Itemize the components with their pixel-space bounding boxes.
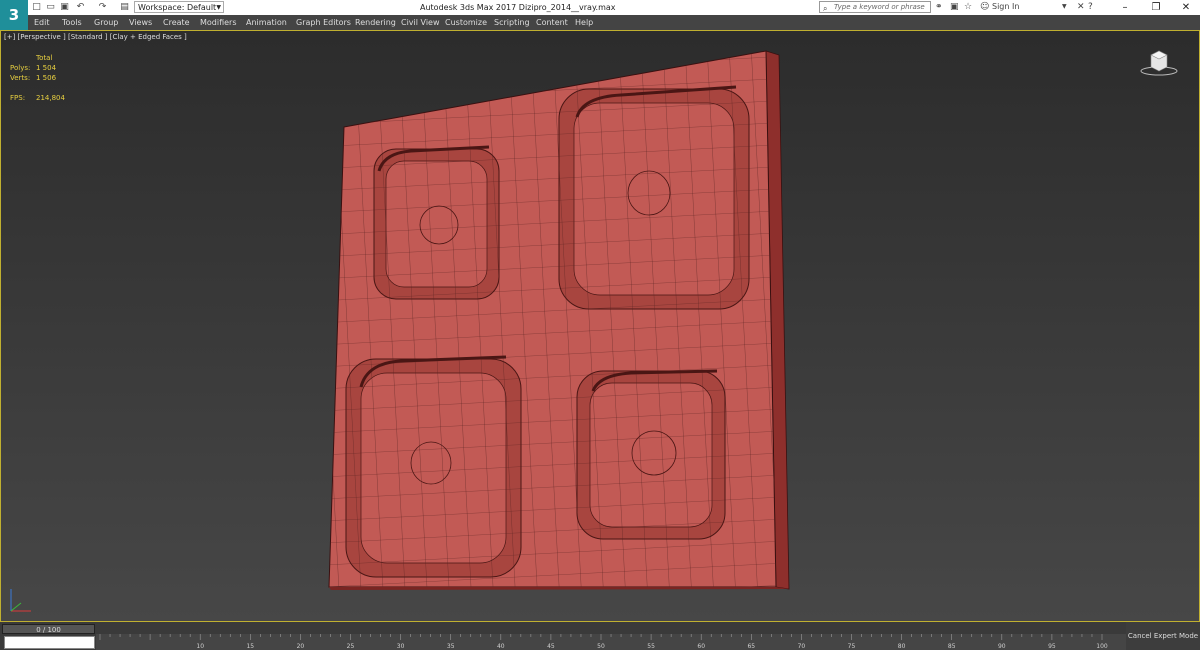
user-icon[interactable]: ☺: [980, 1, 989, 13]
star-icon[interactable]: ☆: [964, 1, 972, 13]
close-button[interactable]: ✕: [1166, 0, 1200, 15]
viewcube-icon[interactable]: [1139, 47, 1179, 77]
redo-icon[interactable]: ↷: [96, 1, 109, 13]
timeline-tick-label: 30: [397, 643, 405, 650]
stats-verts-label: Verts:: [10, 74, 31, 82]
timeline-tick-label: 20: [297, 643, 305, 650]
timeline-tick-label: 55: [647, 643, 655, 650]
menu-rendering[interactable]: Rendering: [355, 15, 396, 30]
binoculars-icon[interactable]: ⚭: [935, 1, 943, 13]
app-logo[interactable]: 3: [0, 0, 28, 30]
timeline-tick-label: 15: [246, 643, 254, 650]
recess-top-left: [373, 145, 500, 300]
chevron-down-icon: ▼: [216, 4, 221, 11]
timeline-tick-label: 40: [497, 643, 505, 650]
new-icon[interactable]: □: [30, 1, 43, 13]
timeline-tick-label: 10: [196, 643, 204, 650]
axis-tripod-icon: [10, 589, 31, 612]
window-title: Autodesk 3ds Max 2017 Dizipro_2014__vray…: [420, 3, 616, 12]
search-icon: ⌕: [823, 4, 828, 13]
timeline-tick-label: 50: [597, 643, 605, 650]
undo-icon[interactable]: ↶: [74, 1, 87, 13]
viewport-label[interactable]: [+] [Perspective ] [Standard ] [Clay + E…: [4, 33, 187, 41]
track-bar[interactable]: 10 15 20 25 30 35 40 45 50 55 60 65 70 75 80 85 90 95 100: [96, 634, 1126, 650]
stats-fps-value: 214,804: [36, 94, 65, 102]
help-icon[interactable]: ?: [1088, 1, 1093, 13]
chevron-down-icon[interactable]: ▼: [1062, 1, 1067, 13]
exchange-icon[interactable]: ✕: [1077, 1, 1085, 13]
menu-help[interactable]: Help: [575, 15, 593, 30]
timeline-tick-label: 85: [948, 643, 956, 650]
timeline-tick-label: 70: [798, 643, 806, 650]
timeline-tick-label: 35: [447, 643, 455, 650]
menu-bar: Edit Tools Group Views Create Modifiers …: [28, 15, 1200, 30]
sign-in-link[interactable]: Sign In: [992, 1, 1019, 13]
workspace-label: Workspace: Default: [138, 3, 217, 12]
timeline-tick-label: 65: [747, 643, 755, 650]
timeline-tick-label: 90: [998, 643, 1006, 650]
timeline-tick-label: 60: [697, 643, 705, 650]
menu-animation[interactable]: Animation: [246, 15, 287, 30]
subscription-icon[interactable]: ▣: [950, 1, 959, 13]
menu-civil-view[interactable]: Civil View: [401, 15, 440, 30]
timeline: 0 / 100 10 15 20 25 30 35 40 45 50 55 60 65 70 75 80 85…: [0, 622, 1200, 650]
perspective-viewport[interactable]: [+] [Perspective ] [Standard ] [Clay + E…: [0, 30, 1200, 622]
stats-fps-label: FPS:: [10, 94, 26, 102]
stats-total-label: Total: [36, 54, 53, 62]
cancel-expert-mode-button[interactable]: Cancel Expert Mode: [1126, 622, 1200, 650]
timeline-tick-label: 75: [848, 643, 856, 650]
menu-graph-editors[interactable]: Graph Editors: [296, 15, 351, 30]
search-placeholder: Type a keyword or phrase: [834, 3, 925, 11]
stats-polys-value: 1 504: [36, 64, 57, 72]
menu-tools[interactable]: Tools: [62, 15, 82, 30]
recess-bottom-left: [345, 355, 522, 578]
open-icon[interactable]: ▭: [44, 1, 57, 13]
mesh-object[interactable]: [1, 31, 1200, 622]
menu-create[interactable]: Create: [163, 15, 190, 30]
recess-top-right: [558, 85, 750, 310]
menu-modifiers[interactable]: Modifiers: [200, 15, 237, 30]
menu-group[interactable]: Group: [94, 15, 118, 30]
menu-customize[interactable]: Customize: [445, 15, 487, 30]
time-slider[interactable]: 0 / 100: [2, 624, 95, 634]
stats-polys-label: Polys:: [10, 64, 31, 72]
timeline-tick-label: 95: [1048, 643, 1056, 650]
recess-bottom-right: [576, 369, 726, 540]
save-icon[interactable]: ▣: [58, 1, 71, 13]
stats-verts-value: 1 506: [36, 74, 57, 82]
maxscript-listener-input[interactable]: [4, 636, 95, 649]
menu-views[interactable]: Views: [129, 15, 152, 30]
menu-edit[interactable]: Edit: [34, 15, 50, 30]
menu-scripting[interactable]: Scripting: [494, 15, 530, 30]
timeline-tick-label: 25: [347, 643, 355, 650]
panel-bottom: [329, 587, 789, 590]
title-bar: 3 □ ▭ ▣ ↶ ↷ ▤ Workspace: Default ▼ Autod…: [0, 0, 1200, 30]
timeline-tick-label: 80: [898, 643, 906, 650]
project-icon[interactable]: ▤: [118, 1, 131, 13]
workspace-dropdown[interactable]: Workspace: Default ▼: [134, 1, 224, 13]
search-input[interactable]: ⌕ Type a keyword or phrase: [819, 1, 931, 13]
timeline-tick-label: 100: [1096, 643, 1108, 650]
menu-content[interactable]: Content: [536, 15, 568, 30]
timeline-tick-label: 45: [547, 643, 555, 650]
